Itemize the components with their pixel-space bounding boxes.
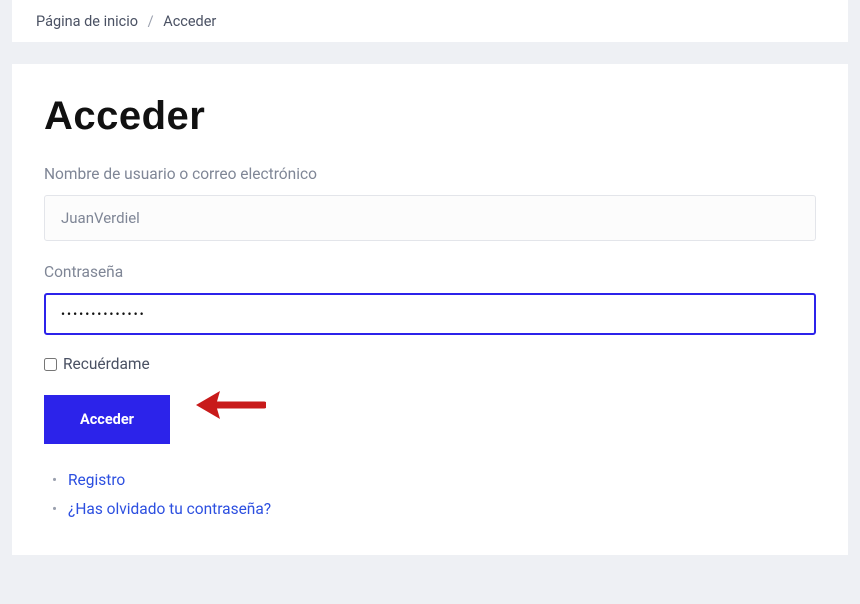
auth-links-list: Registro ¿Has olvidado tu contraseña? — [44, 466, 816, 525]
page-title: Acceder — [44, 94, 816, 139]
login-card: Acceder Nombre de usuario o correo elect… — [12, 64, 848, 555]
breadcrumb-home-link[interactable]: Página de inicio — [36, 13, 138, 30]
breadcrumb: Página de inicio / Acceder — [12, 0, 848, 42]
login-button[interactable]: Acceder — [44, 395, 170, 444]
register-link[interactable]: Registro — [68, 471, 125, 489]
remember-checkbox[interactable] — [44, 358, 57, 371]
list-item: ¿Has olvidado tu contraseña? — [68, 495, 816, 524]
password-input[interactable] — [44, 293, 816, 335]
list-item: Registro — [68, 466, 816, 495]
arrow-red-icon — [194, 388, 266, 422]
breadcrumb-separator: / — [148, 13, 154, 30]
breadcrumb-current: Acceder — [163, 13, 216, 30]
username-label: Nombre de usuario o correo electrónico — [44, 165, 816, 183]
forgot-password-link[interactable]: ¿Has olvidado tu contraseña? — [68, 500, 271, 518]
username-input[interactable] — [44, 195, 816, 241]
password-label: Contraseña — [44, 263, 816, 281]
remember-label: Recuérdame — [63, 355, 150, 373]
remember-row: Recuérdame — [44, 355, 816, 373]
